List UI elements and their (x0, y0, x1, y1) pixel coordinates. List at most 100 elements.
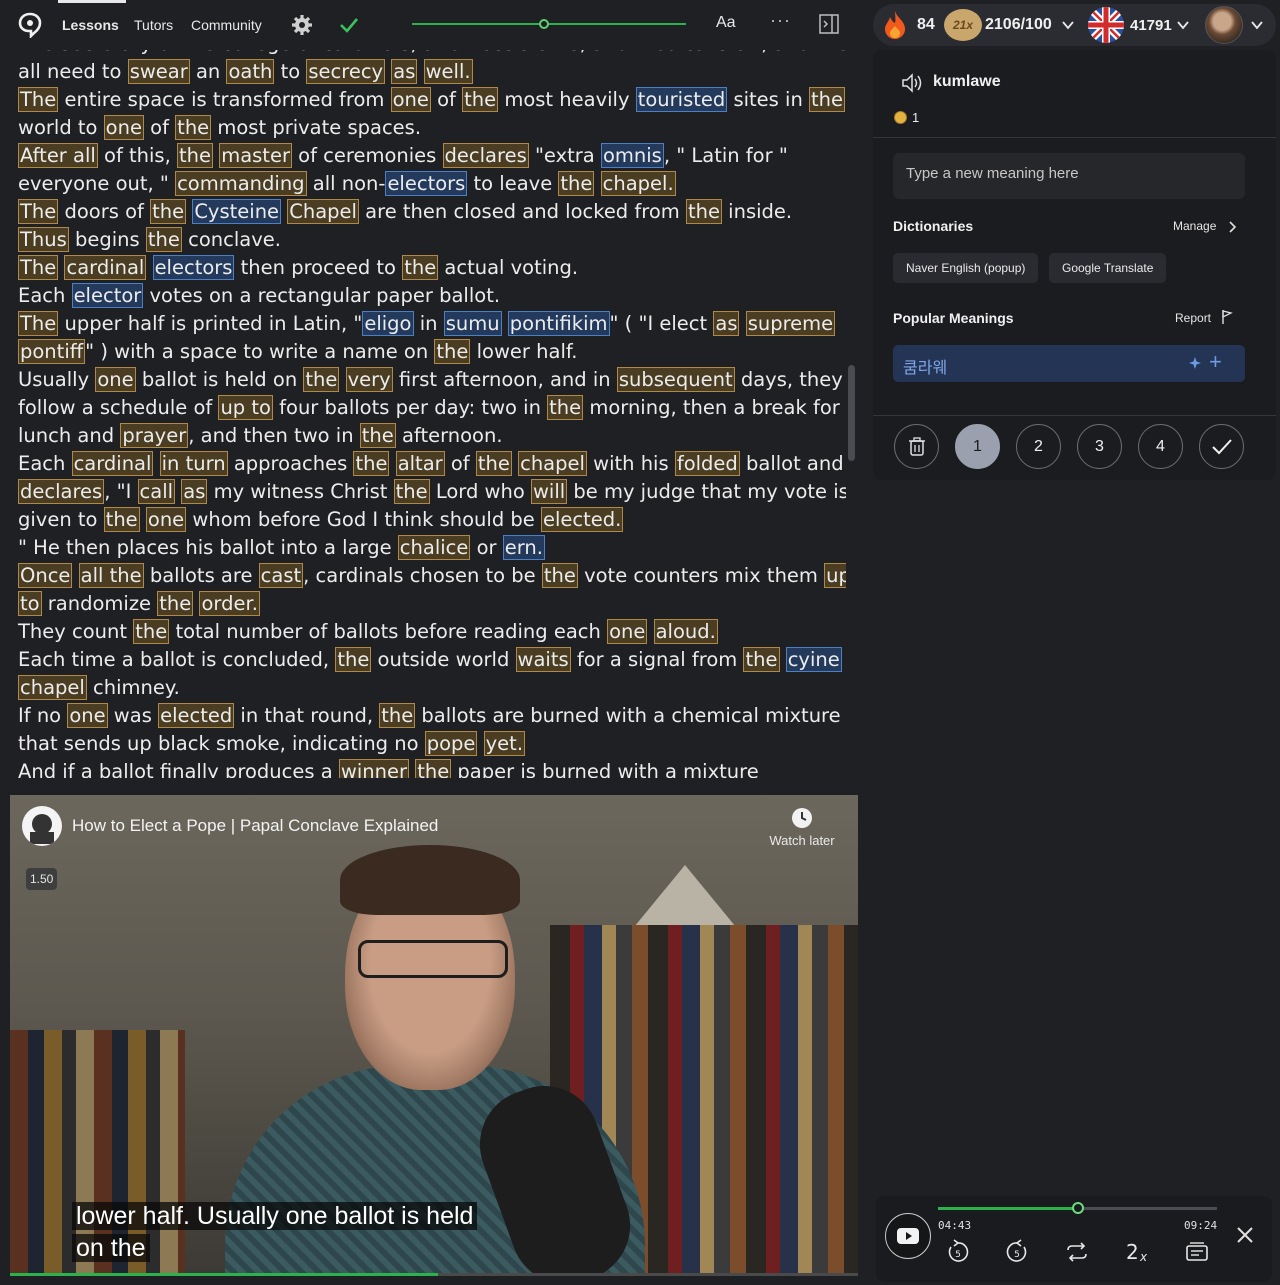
highlighted-word-lingq[interactable]: the (685, 199, 722, 224)
status-level-1-button[interactable]: 1 (955, 424, 1000, 469)
plain-text[interactable]: And if a ballot finally produces a (18, 760, 339, 778)
highlighted-word-new[interactable]: Cysteine (192, 199, 282, 224)
plain-text[interactable]: of (144, 116, 175, 139)
highlighted-word-lingq[interactable]: the (353, 451, 390, 476)
highlighted-word-lingq[interactable]: the (133, 619, 170, 644)
audio-progress-knob[interactable] (1071, 1202, 1084, 1214)
plain-text[interactable]: first afternoon, and in (393, 368, 617, 391)
highlighted-word-lingq[interactable]: Thus (18, 227, 69, 252)
plain-text[interactable]: , "I (104, 480, 137, 503)
nav-tutors[interactable]: Tutors (134, 17, 173, 33)
channel-avatar[interactable] (22, 806, 62, 846)
lesson-progress-knob[interactable] (538, 19, 549, 29)
highlighted-word-lingq[interactable]: The (18, 255, 59, 280)
highlighted-word-lingq[interactable]: Once (18, 563, 73, 588)
highlighted-word-lingq[interactable]: well. (423, 59, 473, 84)
plain-text[interactable] (417, 60, 423, 83)
plain-text[interactable]: to leave (467, 172, 558, 195)
highlighted-word-lingq[interactable]: the (157, 591, 194, 616)
highlighted-word-lingq[interactable]: one (145, 507, 187, 532)
plain-text[interactable]: afternoon. (396, 424, 503, 447)
plain-text[interactable]: all non- (307, 172, 386, 195)
plain-text[interactable]: ballots are burned with a chemical mixtu… (415, 704, 840, 727)
plain-text[interactable] (739, 312, 745, 335)
plain-text[interactable]: entire space is transformed from (58, 88, 390, 111)
highlighted-word-lingq[interactable]: declares (18, 479, 105, 504)
mark-known-button[interactable] (1199, 424, 1244, 469)
plain-text[interactable]: doors of (58, 200, 150, 223)
highlighted-word-lingq[interactable]: to (18, 591, 42, 616)
highlighted-word-new[interactable]: cyine (785, 647, 842, 672)
highlighted-word-lingq[interactable]: the (558, 171, 595, 196)
plain-text[interactable]: of this, (98, 144, 177, 167)
plain-text[interactable]: , and then two in (188, 424, 360, 447)
highlighted-word-lingq[interactable]: one (607, 619, 648, 644)
check-icon[interactable] (338, 14, 360, 36)
plain-text[interactable]: an (190, 60, 227, 83)
sidebar-toggle-icon[interactable] (819, 14, 839, 34)
plain-text[interactable]: four ballots per day: two in (273, 396, 547, 419)
plain-text[interactable]: days, they (735, 368, 843, 391)
plain-text[interactable]: total number of ballots before reading e… (169, 620, 607, 643)
plain-text[interactable]: paper is burned with a mixture (451, 760, 758, 778)
more-options-button[interactable]: ··· (770, 10, 791, 31)
highlighted-word-lingq[interactable]: chapel. (600, 171, 676, 196)
status-level-2-button[interactable]: 2 (1016, 424, 1061, 469)
highlighted-word-lingq[interactable]: pontiff (18, 339, 86, 364)
highlighted-word-lingq[interactable]: the (434, 339, 471, 364)
speaker-icon[interactable] (901, 73, 925, 93)
dictionary-google-button[interactable]: Google Translate (1049, 253, 1167, 283)
highlighted-word-lingq[interactable]: oath (226, 59, 275, 84)
plain-text[interactable] (594, 172, 600, 195)
plain-text[interactable]: be my judge that my vote is (567, 480, 846, 503)
transcript-icon[interactable] (1184, 1239, 1210, 1265)
plain-text[interactable]: of ceremonies (292, 144, 443, 167)
highlighted-word-lingq[interactable]: the (145, 227, 182, 252)
highlighted-word-lingq[interactable]: The (18, 87, 59, 112)
plain-text[interactable]: follow a schedule of (18, 396, 218, 419)
plain-text[interactable]: my witness Christ (207, 480, 393, 503)
dictionary-naver-button[interactable]: Naver English (popup) (893, 253, 1039, 283)
plain-text[interactable]: conclave. (182, 228, 281, 251)
delete-button[interactable] (894, 424, 939, 469)
report-link[interactable]: Report (1175, 311, 1211, 325)
plain-text[interactable]: most private spaces. (211, 116, 421, 139)
plain-text[interactable]: The secretary of the college of cardinal… (18, 50, 846, 55)
highlighted-word-lingq[interactable]: up (824, 563, 846, 588)
plain-text[interactable]: lunch and (18, 424, 120, 447)
avatar[interactable] (1205, 6, 1243, 44)
speed-2x-icon[interactable]: 2x (1124, 1239, 1152, 1265)
highlighted-word-lingq[interactable]: the (402, 255, 439, 280)
highlighted-word-lingq[interactable]: Chapel (287, 199, 359, 224)
plain-text[interactable]: given to (18, 508, 104, 531)
plain-text[interactable]: for a signal from (571, 648, 744, 671)
plain-text[interactable]: ballot is held on (136, 368, 304, 391)
plain-text[interactable]: with his (587, 452, 675, 475)
plain-text[interactable]: vote counters mix them (578, 564, 824, 587)
chevron-down-icon[interactable] (1061, 18, 1075, 32)
highlighted-word-lingq[interactable]: commanding (175, 171, 307, 196)
plain-text[interactable]: " He then places his ballot into a large (18, 536, 398, 559)
plain-text[interactable]: whom before God I think should be (186, 508, 541, 531)
plain-text[interactable]: actual voting. (438, 256, 578, 279)
highlighted-word-lingq[interactable]: very (345, 367, 393, 392)
highlighted-word-lingq[interactable]: one (95, 367, 136, 392)
highlighted-word-lingq[interactable]: cardinal (71, 451, 154, 476)
plain-text[interactable]: ballots are (144, 564, 259, 587)
lingq-logo[interactable] (18, 12, 42, 38)
highlighted-word-lingq[interactable]: folded (674, 451, 740, 476)
highlighted-word-lingq[interactable]: the (150, 199, 187, 224)
highlighted-word-new[interactable]: eligo (362, 311, 414, 336)
plain-text[interactable]: " ) with a space to write a name on (85, 340, 434, 363)
plain-text[interactable]: everyone out, " (18, 172, 175, 195)
highlighted-word-lingq[interactable]: up to (218, 395, 273, 420)
highlighted-word-lingq[interactable]: the (303, 367, 340, 392)
highlighted-word-lingq[interactable]: chapel (18, 675, 87, 700)
loop-icon[interactable] (1064, 1239, 1090, 1265)
highlighted-word-lingq[interactable]: chalice (397, 535, 471, 560)
highlighted-word-lingq[interactable]: The (18, 311, 59, 336)
new-meaning-input[interactable] (893, 153, 1245, 199)
plain-text[interactable]: in that round, (234, 704, 379, 727)
chevron-down-icon[interactable] (1176, 18, 1190, 32)
plain-text[interactable]: , " Latin for " (664, 144, 788, 167)
